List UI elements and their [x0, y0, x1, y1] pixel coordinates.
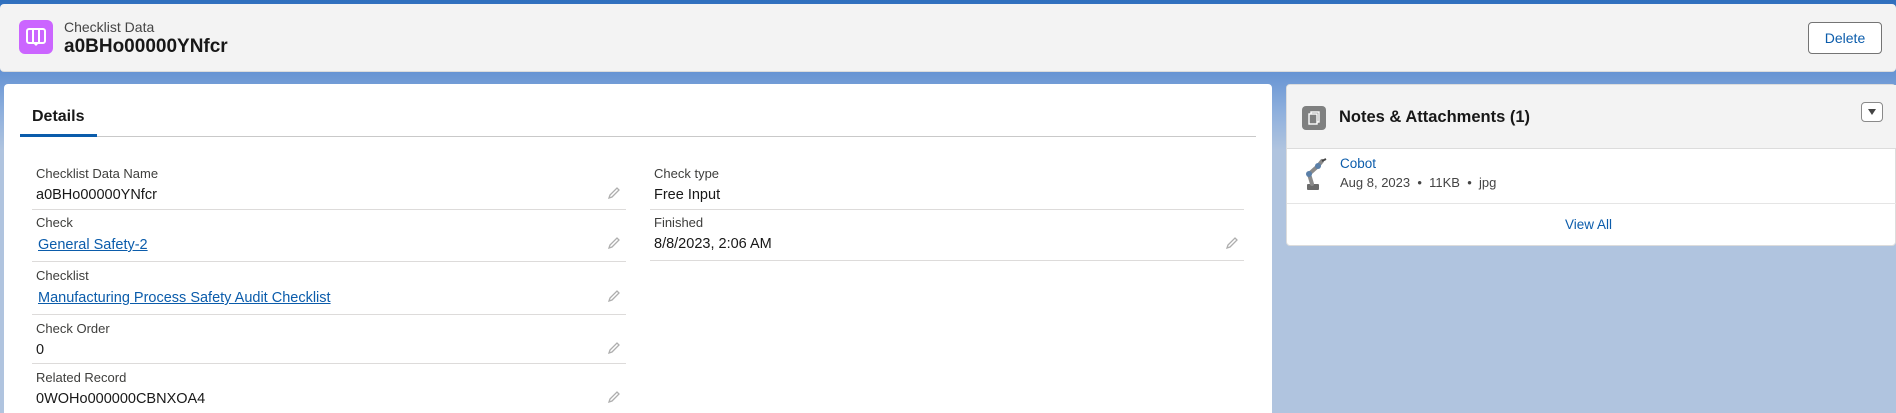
tab-bar-divider	[20, 136, 1256, 137]
edit-pencil-icon[interactable]	[607, 186, 621, 200]
meta-separator: •	[1413, 175, 1430, 190]
record-title: a0BHo00000YNfcr	[64, 36, 228, 57]
field-value: 0	[36, 342, 45, 358]
object-type-label: Checklist Data	[64, 19, 155, 35]
attachment-extension: jpg	[1479, 175, 1497, 190]
robot-arm-thumbnail-icon[interactable]	[1300, 156, 1330, 192]
notes-divider	[1287, 203, 1896, 204]
field-value: 8/8/2023, 2:06 AM	[654, 236, 772, 252]
edit-pencil-icon[interactable]	[607, 390, 621, 404]
edit-pencil-icon[interactable]	[607, 289, 621, 303]
checklist-data-object-icon	[19, 20, 53, 54]
meta-separator: •	[1463, 175, 1479, 190]
field-divider	[32, 363, 626, 364]
field-divider	[32, 209, 626, 210]
attachment-link[interactable]: Cobot	[1340, 156, 1376, 171]
attachment-size: 11KB	[1429, 175, 1460, 190]
field-label: Related Record	[36, 370, 127, 385]
field-value: 0WOHo000000CBNXOA4	[36, 391, 206, 407]
field-label: Finished	[654, 215, 704, 230]
field-label: Checklist Data Name	[36, 166, 159, 181]
field-value: a0BHo00000YNfcr	[36, 187, 157, 203]
attachment-meta: Aug 8, 2023 • 11KB • jpg	[1340, 175, 1496, 190]
tab-details[interactable]: Details	[32, 108, 84, 126]
field-value: Free Input	[654, 187, 721, 203]
delete-button[interactable]: Delete	[1808, 22, 1882, 54]
checklist-link[interactable]: Manufacturing Process Safety Audit Check…	[38, 290, 331, 306]
field-label: Checklist	[36, 268, 89, 283]
field-label: Check Order	[36, 321, 110, 336]
notes-card-title[interactable]: Notes & Attachments (1)	[1339, 108, 1530, 127]
view-all-link[interactable]: View All	[1565, 217, 1612, 232]
edit-pencil-icon[interactable]	[1225, 236, 1239, 250]
chevron-down-icon	[1868, 109, 1876, 115]
record-header: Checklist Data a0BHo00000YNfcr Delete	[0, 4, 1896, 72]
attachment-date: Aug 8, 2023	[1340, 175, 1411, 190]
field-divider	[32, 261, 626, 262]
card-menu-button[interactable]	[1861, 102, 1883, 122]
field-label: Check type	[654, 166, 720, 181]
tab-active-indicator	[20, 134, 97, 137]
edit-pencil-icon[interactable]	[607, 341, 621, 355]
file-stack-icon	[1302, 106, 1326, 130]
field-divider	[650, 209, 1244, 210]
field-divider	[650, 260, 1244, 261]
check-link[interactable]: General Safety-2	[38, 237, 148, 253]
field-divider	[32, 314, 626, 315]
field-label: Check	[36, 215, 73, 230]
edit-pencil-icon[interactable]	[607, 236, 621, 250]
